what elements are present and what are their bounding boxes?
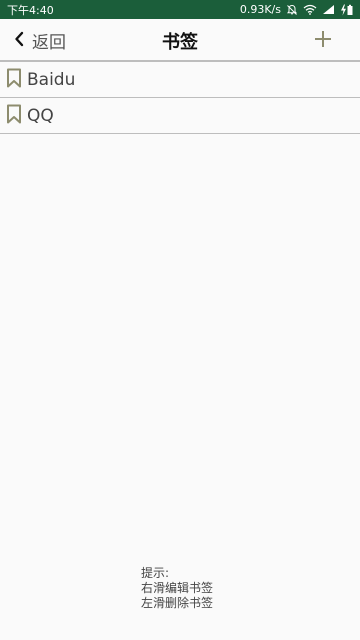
hint-title: 提示: (141, 566, 170, 580)
add-bookmark-button[interactable] (314, 19, 332, 62)
hint-swipe-right: 右滑编辑书签 (141, 581, 214, 595)
bookmark-icon (6, 68, 22, 92)
status-icons: 0.93K/s (240, 3, 354, 16)
network-speed: 0.93K/s (239, 3, 281, 16)
bookmark-list: Baidu QQ (0, 62, 360, 134)
page-title: 书签 (162, 31, 198, 53)
bookmark-label: Baidu (27, 69, 76, 90)
signal-icon (322, 4, 335, 15)
hint-text: 提示: 右滑编辑书签 左滑删除书签 (141, 566, 213, 611)
charging-icon (340, 4, 354, 16)
status-bar: 下午4:40 0.93K/s (0, 0, 360, 19)
mute-bell-icon (286, 4, 298, 16)
bookmark-icon (6, 104, 22, 128)
app-toolbar: 返回 书签 (0, 19, 360, 62)
plus-icon (314, 30, 332, 52)
hint-swipe-left: 左滑删除书签 (141, 596, 214, 610)
bookmark-item[interactable]: Baidu (0, 62, 360, 98)
bookmark-item[interactable]: QQ (0, 98, 360, 134)
wifi-icon (303, 4, 317, 15)
bookmark-label: QQ (27, 105, 54, 126)
status-time: 下午4:40 (7, 3, 54, 17)
